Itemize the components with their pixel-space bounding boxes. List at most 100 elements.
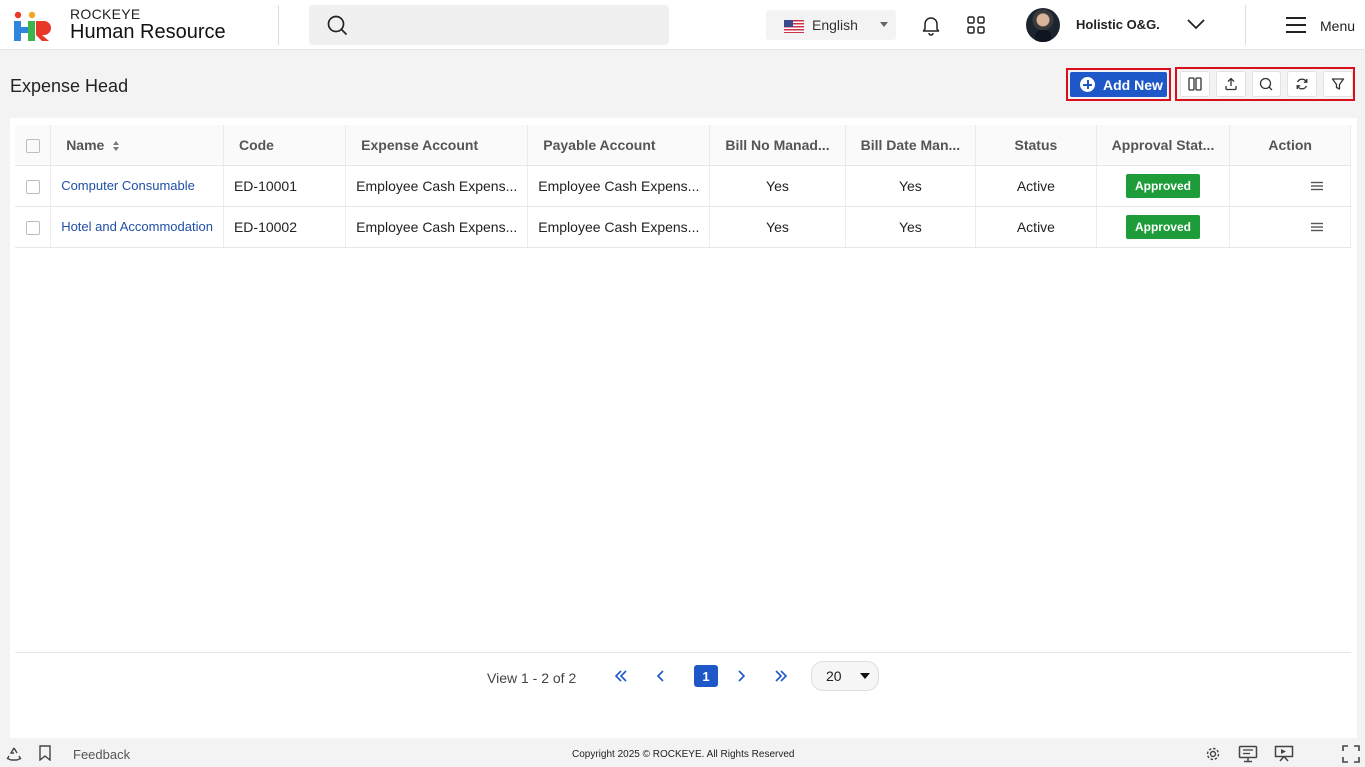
select-all-header	[15, 125, 52, 166]
expense-head-table: Name Code Expense Account Payable Accoun…	[15, 125, 1351, 248]
page-number-button[interactable]: 1	[694, 665, 718, 687]
columns-button[interactable]	[1180, 71, 1210, 97]
approval-status-column-header: Approval Stat...	[1096, 125, 1231, 166]
bell-icon[interactable]	[920, 14, 942, 36]
hamburger-menu-icon[interactable]	[1285, 16, 1307, 34]
table-row: Computer Consumable ED-10001 Employee Ca…	[15, 165, 1351, 207]
chevron-left-icon	[656, 670, 664, 682]
search-icon	[1260, 77, 1273, 91]
columns-icon	[1188, 77, 1202, 91]
bill-date-mandatory-cell: Yes	[845, 206, 977, 248]
chevron-right-icon	[738, 670, 746, 682]
bookmark-icon[interactable]	[38, 745, 52, 761]
settings-gear-icon[interactable]	[1205, 746, 1221, 762]
double-chevron-left-icon	[614, 670, 627, 682]
bill-date-mandatory-column-header: Bill Date Man...	[845, 125, 977, 166]
feedback-link[interactable]: Feedback	[73, 747, 130, 762]
action-column-header: Action	[1229, 125, 1351, 166]
name-header-label: Name	[66, 136, 105, 153]
brand: ROCKEYE Human Resource	[70, 6, 226, 44]
chevron-down-icon[interactable]	[1186, 17, 1206, 31]
bill-no-mandatory-cell: Yes	[709, 165, 846, 207]
refresh-button[interactable]	[1287, 71, 1318, 97]
upload-icon	[1225, 77, 1237, 91]
language-select[interactable]: English	[766, 10, 896, 40]
bill-no-mandatory-cell: Yes	[709, 206, 846, 248]
page-title: Expense Head	[10, 76, 129, 96]
fullscreen-icon[interactable]	[1342, 745, 1360, 763]
sort-icon[interactable]	[112, 140, 120, 152]
prev-page-button[interactable]	[649, 665, 673, 687]
bill-date-mandatory-cell: Yes	[845, 165, 977, 207]
apps-grid-icon[interactable]	[966, 15, 986, 35]
view-count-text: View 1 - 2 of 2	[487, 670, 577, 686]
presentation-icon[interactable]	[1274, 745, 1294, 763]
caret-down-icon	[860, 673, 870, 679]
expense-account-cell: Employee Cash Expens...	[345, 206, 529, 248]
row-checkbox[interactable]	[25, 179, 40, 194]
expense-account-cell: Employee Cash Expens...	[345, 165, 529, 207]
double-chevron-right-icon	[775, 670, 788, 682]
name-cell[interactable]: Hotel and Accommodation	[50, 206, 224, 248]
payable-account-cell: Employee Cash Expens...	[527, 165, 711, 207]
export-button[interactable]	[1215, 71, 1246, 97]
row-action-menu-icon[interactable]	[1310, 181, 1324, 191]
page-size-select[interactable]: 20	[811, 661, 879, 691]
table-header-row: Name Code Expense Account Payable Accoun…	[15, 125, 1351, 166]
refresh-icon	[1296, 78, 1308, 90]
table-row: Hotel and Accommodation ED-10002 Employe…	[15, 206, 1351, 248]
action-cell	[1229, 206, 1351, 248]
user-name[interactable]: Holistic O&G.	[1076, 17, 1160, 32]
bill-no-mandatory-column-header: Bill No Manad...	[709, 125, 846, 166]
toolbar-highlight	[1175, 67, 1355, 101]
name-cell[interactable]: Computer Consumable	[50, 165, 224, 207]
table-search-button[interactable]	[1251, 71, 1282, 97]
approved-badge: Approved	[1125, 173, 1200, 198]
expense-head-card: Name Code Expense Account Payable Accoun…	[10, 118, 1357, 738]
copyright-text: Copyright 2025 © ROCKEYE. All Rights Res…	[572, 749, 795, 760]
add-new-label: Add New	[1103, 76, 1163, 93]
search-icon	[327, 15, 347, 35]
expense-account-column-header: Expense Account	[345, 125, 529, 166]
code-cell: ED-10002	[223, 206, 347, 248]
global-search[interactable]	[309, 5, 669, 45]
add-new-highlight: Add New	[1066, 68, 1171, 101]
row-action-menu-icon[interactable]	[1310, 222, 1324, 232]
status-cell: Active	[975, 206, 1097, 248]
next-page-button[interactable]	[729, 665, 753, 687]
approval-status-cell: Approved	[1096, 165, 1231, 207]
name-column-header[interactable]: Name	[50, 125, 224, 166]
footer: Feedback Copyright 2025 © ROCKEYE. All R…	[0, 741, 1365, 767]
select-all-checkbox[interactable]	[25, 138, 40, 153]
filter-button[interactable]	[1323, 71, 1353, 97]
code-cell: ED-10001	[223, 165, 347, 207]
caret-down-icon	[880, 22, 888, 27]
code-column-header: Code	[223, 125, 347, 166]
first-page-button[interactable]	[609, 665, 633, 687]
top-header: ROCKEYE Human Resource English Holistic …	[0, 0, 1365, 50]
plus-circle-icon	[1080, 77, 1095, 92]
row-checkbox[interactable]	[25, 220, 40, 235]
status-column-header: Status	[975, 125, 1097, 166]
us-flag-icon	[784, 20, 804, 33]
approved-badge: Approved	[1125, 214, 1200, 239]
brand-top-text: ROCKEYE	[70, 6, 141, 22]
rockeye-hr-logo[interactable]	[12, 9, 52, 43]
pager-divider	[15, 652, 1351, 653]
menu-label[interactable]: Menu	[1320, 18, 1355, 34]
row-select-cell	[15, 206, 52, 248]
last-page-button[interactable]	[769, 665, 793, 687]
approval-status-cell: Approved	[1096, 206, 1231, 248]
payable-account-column-header: Payable Account	[527, 125, 711, 166]
status-cell: Active	[975, 165, 1097, 207]
monitor-icon[interactable]	[1238, 745, 1258, 763]
action-cell	[1229, 165, 1351, 207]
recycle-icon[interactable]	[6, 746, 22, 762]
payable-account-cell: Employee Cash Expens...	[527, 206, 711, 248]
row-select-cell	[15, 165, 52, 207]
brand-main-text: Human Resource	[70, 21, 226, 43]
page-size-value: 20	[826, 668, 842, 684]
filter-icon	[1331, 78, 1345, 90]
user-avatar[interactable]	[1026, 8, 1060, 42]
add-new-button[interactable]: Add New	[1070, 72, 1167, 97]
